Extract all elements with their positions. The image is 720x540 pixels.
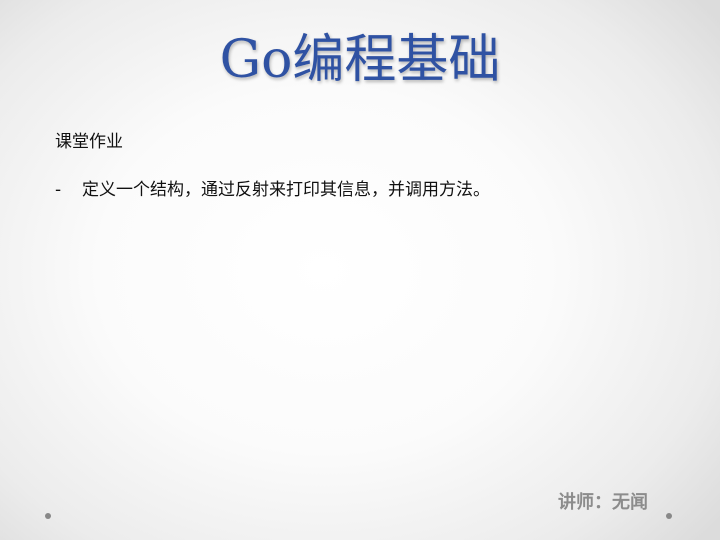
corner-dot-left [45, 513, 51, 519]
slide: Go编程基础 课堂作业 - 定义一个结构，通过反射来打印其信息，并调用方法。 讲师… [0, 0, 720, 540]
slide-title: Go编程基础 [219, 30, 501, 90]
bullet-marker: - [55, 180, 62, 200]
footer-author: 讲师：无闻 [558, 492, 648, 513]
corner-dot-right [666, 513, 672, 519]
bullet-item: - 定义一个结构，通过反射来打印其信息，并调用方法。 [55, 178, 490, 202]
slide-subtitle: 课堂作业 [55, 132, 123, 152]
bullet-text: 定义一个结构，通过反射来打印其信息，并调用方法。 [82, 180, 490, 200]
